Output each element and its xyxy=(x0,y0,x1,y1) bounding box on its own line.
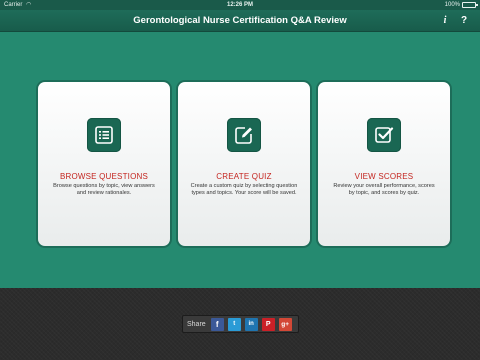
card-description: Browse questions by topic, view answers … xyxy=(53,183,155,196)
navigation-bar: Gerontological Nurse Certification Q&A R… xyxy=(0,10,480,32)
list-icon xyxy=(87,118,121,152)
battery-status: 100% xyxy=(444,0,478,10)
browse-questions-card[interactable]: BROWSE QUESTIONS Browse questions by top… xyxy=(38,82,170,246)
card-description: Create a custom quiz by selecting questi… xyxy=(190,183,298,196)
card-description: Review your overall performance, scores … xyxy=(333,183,435,196)
create-quiz-card-frame: CREATE QUIZ Create a custom quiz by sele… xyxy=(176,80,312,248)
linkedin-icon[interactable]: in xyxy=(244,317,258,331)
battery-percent: 100% xyxy=(444,2,460,8)
status-bar: Carrier ◠ 12:26 PM 100% xyxy=(0,0,480,10)
battery-icon xyxy=(462,2,478,8)
share-bar: Share f t in P g+ xyxy=(182,315,299,333)
main-content: BROWSE QUESTIONS Browse questions by top… xyxy=(0,32,480,288)
card-title: CREATE QUIZ xyxy=(216,172,272,181)
footer: Share f t in P g+ xyxy=(0,288,480,360)
facebook-icon[interactable]: f xyxy=(210,317,224,331)
view-scores-card-frame: VIEW SCORES Review your overall performa… xyxy=(316,80,452,248)
create-quiz-card[interactable]: CREATE QUIZ Create a custom quiz by sele… xyxy=(178,82,310,246)
twitter-icon[interactable]: t xyxy=(227,317,241,331)
browse-questions-card-frame: BROWSE QUESTIONS Browse questions by top… xyxy=(36,80,172,248)
info-button[interactable]: i xyxy=(438,14,452,28)
checkbox-icon xyxy=(367,118,401,152)
card-title: BROWSE QUESTIONS xyxy=(59,172,149,181)
app-title: Gerontological Nurse Certification Q&A R… xyxy=(133,15,347,26)
help-button[interactable]: ? xyxy=(457,14,471,28)
share-label: Share xyxy=(187,320,206,328)
status-time: 12:26 PM xyxy=(226,2,253,8)
pinterest-icon[interactable]: P xyxy=(261,317,275,331)
card-title: VIEW SCORES xyxy=(354,172,414,181)
google-plus-icon[interactable]: g+ xyxy=(278,317,292,331)
view-scores-card[interactable]: VIEW SCORES Review your overall performa… xyxy=(318,82,450,246)
edit-icon xyxy=(227,118,261,152)
